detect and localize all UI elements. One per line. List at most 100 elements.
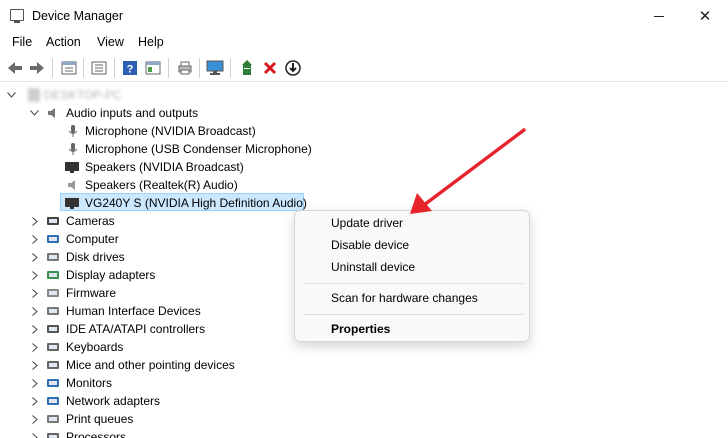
speaker-icon [46,106,60,120]
chevron-right-icon[interactable] [30,428,40,438]
back-icon[interactable] [6,59,24,77]
menu-view[interactable]: View [97,35,124,49]
minimize-button[interactable] [636,0,682,32]
tree-category[interactable]: Display adapters [0,266,280,284]
menu-separator [303,314,523,315]
chevron-down-icon[interactable] [6,86,16,104]
monitor-speaker-icon [64,160,80,174]
monitor-speaker-icon [64,196,80,210]
menu-item-uninstall-device[interactable]: Uninstall device [331,260,415,274]
category-label: Computer [66,232,119,246]
chevron-right-icon[interactable] [30,338,40,356]
print-icon[interactable] [176,59,194,77]
close-button[interactable]: ✕ [682,0,728,32]
category-label: Display adapters [66,268,156,282]
chevron-right-icon[interactable] [30,284,40,302]
disk-drive-icon [46,250,60,264]
category-label: Processors [66,430,127,438]
toolbar-separator [83,58,84,78]
tree-category[interactable]: Disk drives [0,248,280,266]
chevron-right-icon[interactable] [30,230,40,248]
tree-category[interactable]: Monitors [0,374,280,392]
computer-icon [28,88,40,102]
category-label: Disk drives [66,250,125,264]
printer-icon [46,412,60,426]
microphone-icon [66,142,80,156]
category-label: Network adapters [66,394,161,408]
toolbar: ? [0,54,728,82]
update-driver-icon[interactable] [238,59,256,77]
tree-category-audio[interactable]: Audio inputs and outputs [0,104,260,122]
toolbar-separator [168,58,169,78]
help-icon[interactable]: ? [121,59,139,77]
toolbar-separator [230,58,231,78]
device-label: Speakers (Realtek(R) Audio) [85,178,238,192]
menu-bar: File Action View Help [0,32,728,54]
processor-icon [46,430,60,438]
tree-category[interactable]: Network adapters [0,392,280,410]
menu-item-update-driver[interactable]: Update driver [331,216,403,230]
tree-category[interactable]: Processors [0,428,280,438]
tree-category[interactable]: Mice and other pointing devices [0,356,280,374]
ide-controller-icon [46,322,60,336]
device-row[interactable]: Microphone (USB Condenser Microphone) [0,140,320,158]
chevron-right-icon[interactable] [30,392,40,410]
menu-action[interactable]: Action [46,35,81,49]
tree-category[interactable]: Cameras [0,212,280,230]
chevron-right-icon[interactable] [30,302,40,320]
menu-separator [303,283,523,284]
chevron-right-icon[interactable] [30,356,40,374]
menu-item-properties[interactable]: Properties [331,322,390,336]
category-label: Cameras [66,214,115,228]
computer-icon [46,232,60,246]
chevron-down-icon[interactable] [29,104,39,122]
device-label: VG240Y S (NVIDIA High Definition Audio) [85,196,307,210]
device-row[interactable]: Microphone (NVIDIA Broadcast) [0,122,300,140]
tree-category[interactable]: Keyboards [0,338,280,356]
tree-category[interactable]: Computer [0,230,280,248]
menu-item-scan-hardware[interactable]: Scan for hardware changes [331,291,478,305]
device-manager-icon [10,9,24,23]
panel-icon[interactable] [144,59,162,77]
category-label: Human Interface Devices [66,304,201,318]
device-row[interactable]: Speakers (NVIDIA Broadcast) [0,158,300,176]
chevron-right-icon[interactable] [30,212,40,230]
category-label: Monitors [66,376,113,390]
forward-icon[interactable] [28,59,46,77]
menu-item-disable-device[interactable]: Disable device [331,238,409,252]
context-menu: Update driver Disable device Uninstall d… [294,210,530,342]
chevron-right-icon[interactable] [30,266,40,284]
device-label: Microphone (NVIDIA Broadcast) [85,124,256,138]
display-adapter-icon [46,268,60,282]
tree-root[interactable]: DESKTOP-PC [0,86,200,104]
device-row-selected[interactable]: VG240Y S (NVIDIA High Definition Audio) [0,194,310,212]
tree-category[interactable]: Firmware [0,284,280,302]
category-label: Print queues [66,412,134,426]
tree-category[interactable]: Human Interface Devices [0,302,280,320]
toolbar-separator [52,58,53,78]
chevron-right-icon[interactable] [30,410,40,428]
uninstall-x-icon[interactable] [261,59,279,77]
category-label: Firmware [66,286,116,300]
device-label: Microphone (USB Condenser Microphone) [85,142,312,156]
chevron-right-icon[interactable] [30,320,40,338]
category-label: Audio inputs and outputs [66,106,199,120]
download-driver-icon[interactable] [284,59,302,77]
tree-category[interactable]: IDE ATA/ATAPI controllers [0,320,280,338]
chevron-right-icon[interactable] [30,374,40,392]
scan-monitor-icon[interactable] [206,59,224,77]
tree-view-icon[interactable] [60,59,78,77]
device-row[interactable]: Speakers (Realtek(R) Audio) [0,176,300,194]
chevron-right-icon[interactable] [30,248,40,266]
keyboard-icon [46,340,60,354]
category-label: IDE ATA/ATAPI controllers [66,322,206,336]
title-bar: Device Manager ✕ [0,0,728,32]
category-label: Mice and other pointing devices [66,358,235,372]
properties-list-icon[interactable] [90,59,108,77]
monitor-icon [46,376,60,390]
microphone-icon [66,124,80,138]
toolbar-separator [114,58,115,78]
menu-help[interactable]: Help [138,35,164,49]
tree-category[interactable]: Print queues [0,410,280,428]
menu-file[interactable]: File [12,35,32,49]
